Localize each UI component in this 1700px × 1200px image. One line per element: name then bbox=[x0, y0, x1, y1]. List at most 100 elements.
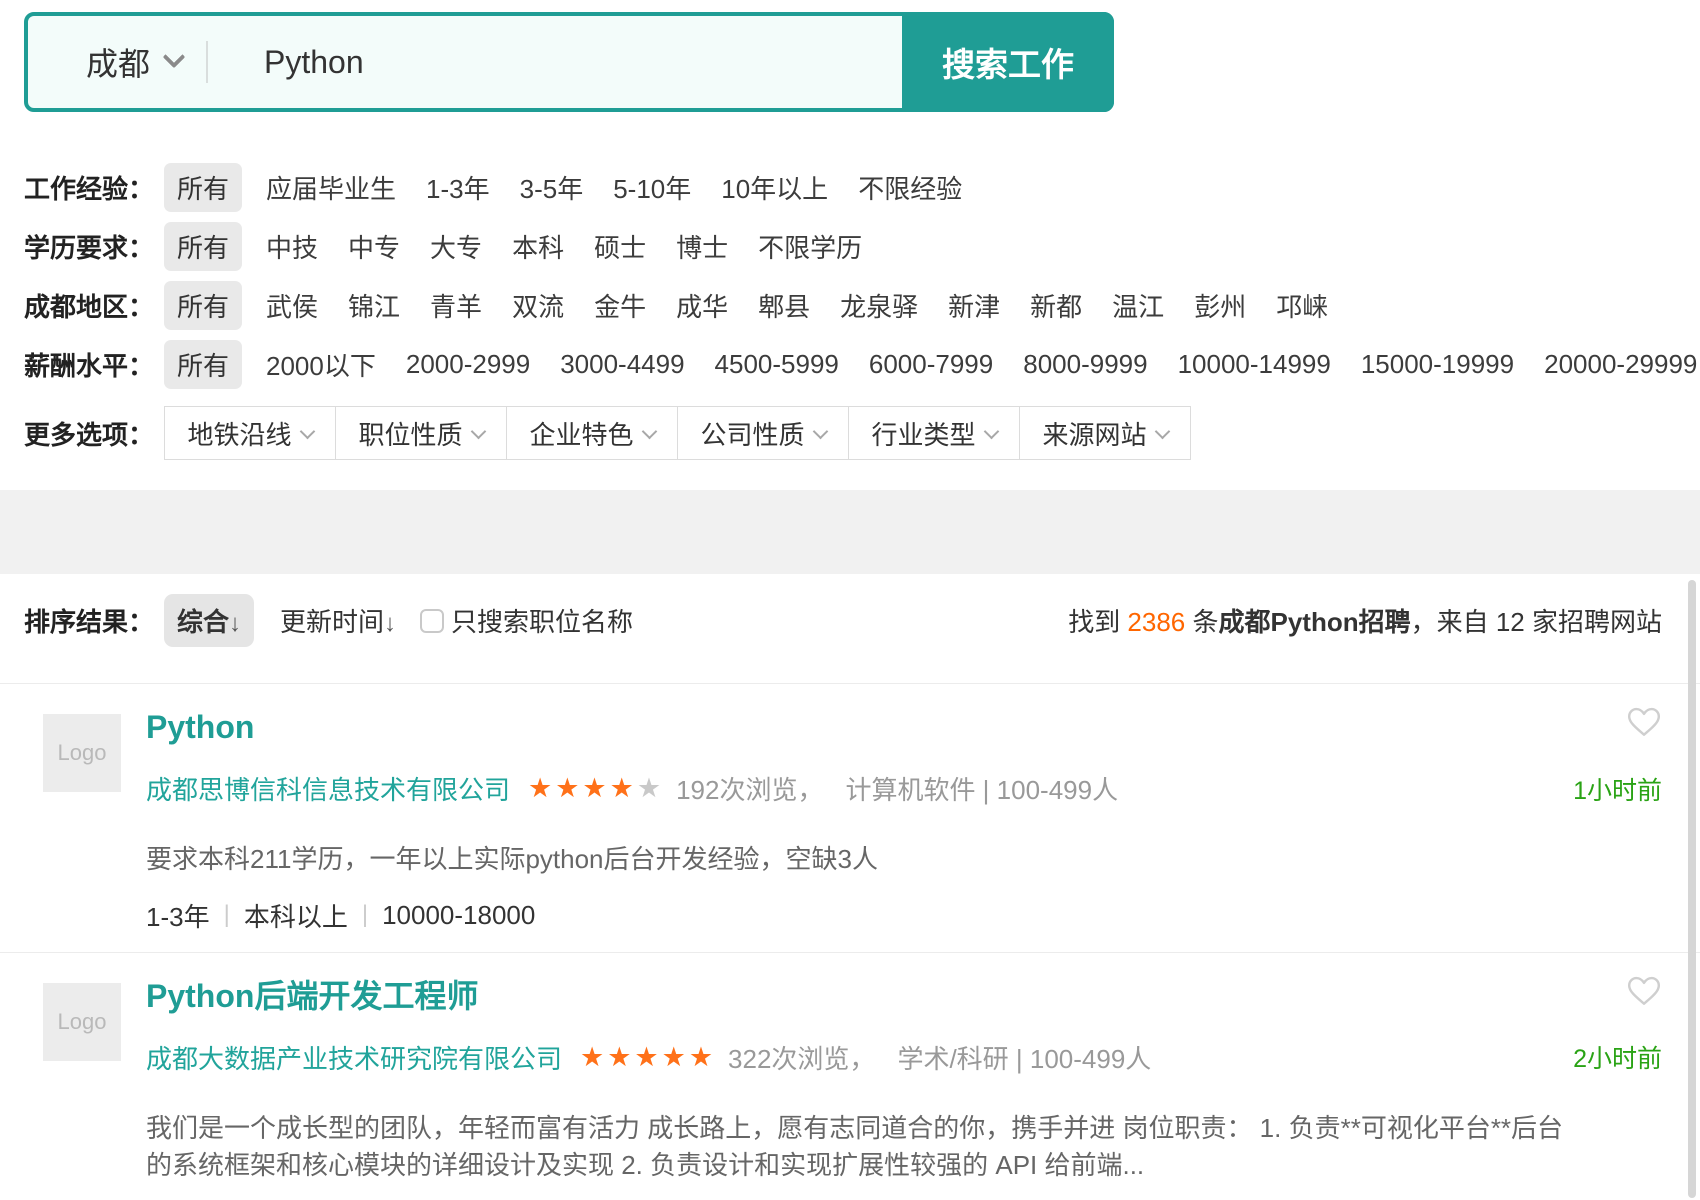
more-filter-dropdown[interactable]: 行业类型 bbox=[848, 406, 1020, 460]
filter-option[interactable]: 5-10年 bbox=[613, 169, 691, 206]
filter-option[interactable]: 硕士 bbox=[594, 228, 646, 265]
section-separator-band bbox=[0, 490, 1700, 574]
industry-and-size: 计算机软件 | 100-499人 bbox=[845, 770, 1118, 807]
city-selector[interactable]: 成都 bbox=[28, 39, 182, 85]
logo-placeholder-text: Logo bbox=[58, 1009, 107, 1035]
filter-option[interactable]: 3000-4499 bbox=[560, 349, 684, 380]
filter-option[interactable]: 成华 bbox=[676, 287, 728, 324]
more-options-dropdowns: 地铁沿线 职位性质企业特色 公司性质 行业类型来源网站 bbox=[164, 406, 1191, 460]
chevron-down-icon bbox=[299, 423, 315, 439]
more-filter-dropdown[interactable]: 职位性质 bbox=[335, 406, 507, 460]
filter-option[interactable]: 应届毕业生 bbox=[266, 169, 396, 206]
favorite-heart-icon[interactable] bbox=[1626, 975, 1662, 1007]
dropdown-label: 企业特色 bbox=[529, 415, 633, 452]
filter-option[interactable]: 2000-2999 bbox=[406, 349, 530, 380]
filter-option[interactable]: 中技 bbox=[266, 228, 318, 265]
filter-label: 工作经验： bbox=[24, 169, 164, 206]
more-filter-dropdown[interactable]: 企业特色 bbox=[506, 406, 678, 460]
filter-option[interactable]: 本科 bbox=[512, 228, 564, 265]
sort-desc-arrow-icon: ↓ bbox=[384, 610, 396, 637]
filter-option[interactable]: 彭州 bbox=[1194, 287, 1246, 324]
filter-option[interactable]: 中专 bbox=[348, 228, 400, 265]
scrollbar-thumb[interactable] bbox=[1688, 580, 1696, 1198]
more-filter-dropdown[interactable]: 来源网站 bbox=[1019, 406, 1191, 460]
summary-connector: ，来自 bbox=[1411, 607, 1496, 637]
search-keyword: 成都Python招聘 bbox=[1219, 607, 1411, 637]
job-title-link[interactable]: Python bbox=[146, 708, 1662, 746]
stars-filled: ★★★★ bbox=[528, 773, 637, 803]
filter-option[interactable]: 青羊 bbox=[430, 287, 482, 324]
dropdown-label: 公司性质 bbox=[700, 415, 804, 452]
filter-option[interactable]: 大专 bbox=[430, 228, 482, 265]
filter-option-selected[interactable]: 所有 bbox=[164, 163, 242, 212]
job-search-bar: 成都 搜索工作 bbox=[24, 12, 1114, 112]
filter-option[interactable]: 邛崃 bbox=[1276, 287, 1328, 324]
filter-row: 学历要求：所有中技中专大专本科硕士博士不限学历 bbox=[24, 217, 1700, 276]
title-only-checkbox[interactable] bbox=[420, 609, 444, 633]
stars-filled: ★★★★★ bbox=[580, 1042, 716, 1072]
filter-option[interactable]: 不限学历 bbox=[758, 228, 862, 265]
job-result-list: Logo Python 成都思博信科信息技术有限公司 ★★★★★ 192次浏览，… bbox=[0, 683, 1700, 1200]
company-rating-stars: ★★★★★ bbox=[528, 773, 664, 804]
filter-option[interactable]: 双流 bbox=[512, 287, 564, 324]
filter-label: 薪酬水平： bbox=[24, 346, 164, 383]
filter-option[interactable]: 龙泉驿 bbox=[840, 287, 918, 324]
filter-option[interactable]: 10000-14999 bbox=[1178, 349, 1331, 380]
favorite-heart-icon[interactable] bbox=[1626, 706, 1662, 738]
filter-option[interactable]: 武侯 bbox=[266, 287, 318, 324]
company-rating-stars: ★★★★★ bbox=[580, 1042, 716, 1073]
filter-option[interactable]: 8000-9999 bbox=[1023, 349, 1147, 380]
filter-option[interactable]: 郫县 bbox=[758, 287, 810, 324]
job-meta-row: 1-3年 | 本科以上 | 10000-18000 bbox=[146, 897, 1662, 934]
sort-desc-arrow-icon: ↓ bbox=[229, 610, 241, 637]
filter-option[interactable]: 新都 bbox=[1030, 287, 1082, 324]
filter-option[interactable]: 6000-7999 bbox=[869, 349, 993, 380]
sort-label: 排序结果： bbox=[24, 602, 154, 639]
filter-option[interactable]: 3-5年 bbox=[520, 169, 584, 206]
filter-option[interactable]: 20000-29999 bbox=[1544, 349, 1697, 380]
filter-option[interactable]: 新津 bbox=[948, 287, 1000, 324]
dropdown-label: 地铁沿线 bbox=[187, 415, 291, 452]
company-row: 成都思博信科信息技术有限公司 ★★★★★ 192次浏览， 计算机软件 | 100… bbox=[146, 770, 1662, 807]
sort-bar: 排序结果： 综合↓ 更新时间↓ 只搜索职位名称 找到 2386 条成都Pytho… bbox=[24, 594, 1662, 647]
posted-time: 1小时前 bbox=[1573, 771, 1662, 807]
filter-row: 成都地区：所有武侯锦江青羊双流金牛成华郫县龙泉驿新津新都温江彭州邛崃 bbox=[24, 276, 1700, 335]
filter-option[interactable]: 博士 bbox=[676, 228, 728, 265]
filter-row: 薪酬水平：所有 2000以下 2000-2999 3000-4499 4500-5999… bbox=[24, 335, 1700, 394]
filter-row: 工作经验：所有应届毕业生 1-3年 3-5年 5-10年 10年以上不限经验 bbox=[24, 158, 1700, 217]
filter-option-selected[interactable]: 所有 bbox=[164, 340, 242, 389]
chevron-down-icon bbox=[1154, 423, 1170, 439]
company-name-link[interactable]: 成都大数据产业技术研究院有限公司 bbox=[146, 1039, 562, 1076]
job-title-link[interactable]: Python后端开发工程师 bbox=[146, 977, 1662, 1015]
salary-range: 10000-18000 bbox=[382, 900, 535, 931]
filter-option[interactable]: 锦江 bbox=[348, 287, 400, 324]
company-logo: Logo bbox=[43, 983, 121, 1061]
filter-option[interactable]: 金牛 bbox=[594, 287, 646, 324]
more-options-row: 更多选项： 地铁沿线职位性质企业特色公司性质行业类型来源网站 bbox=[24, 406, 1700, 460]
meta-separator: | bbox=[362, 901, 368, 929]
logo-placeholder-text: Logo bbox=[58, 740, 107, 766]
company-name-link[interactable]: 成都思博信科信息技术有限公司 bbox=[146, 770, 510, 807]
more-filter-dropdown[interactable]: 公司性质 bbox=[677, 406, 849, 460]
meta-separator: | bbox=[224, 901, 230, 929]
city-selector-value: 成都 bbox=[86, 39, 150, 85]
site-count: 12 bbox=[1496, 607, 1525, 637]
filter-option[interactable]: 1-3年 bbox=[426, 169, 490, 206]
filter-label: 成都地区： bbox=[24, 287, 164, 324]
filter-option-selected[interactable]: 所有 bbox=[164, 222, 242, 271]
result-summary: 找到 2386 条成都Python招聘，来自 12 家招聘网站 bbox=[1068, 602, 1662, 639]
more-filter-dropdown[interactable]: 地铁沿线 bbox=[164, 406, 336, 460]
stars-empty: ★ bbox=[637, 773, 664, 803]
sort-by-update-time-button[interactable]: 更新时间↓ bbox=[280, 602, 396, 639]
sort-comprehensive-button[interactable]: 综合↓ bbox=[164, 594, 254, 647]
filter-option[interactable]: 温江 bbox=[1112, 287, 1164, 324]
filter-option[interactable]: 2000以下 bbox=[266, 346, 376, 383]
filter-option-selected[interactable]: 所有 bbox=[164, 281, 242, 330]
filter-option[interactable]: 10年以上 bbox=[721, 169, 828, 206]
filter-option[interactable]: 不限经验 bbox=[858, 169, 962, 206]
filter-panel: 工作经验：所有应届毕业生1-3年3-5年5-10年10年以上不限经验学历要求：所… bbox=[24, 158, 1700, 394]
search-jobs-button[interactable]: 搜索工作 bbox=[902, 12, 1114, 112]
filter-option[interactable]: 15000-19999 bbox=[1361, 349, 1514, 380]
result-count: 2386 bbox=[1127, 607, 1185, 637]
filter-option[interactable]: 4500-5999 bbox=[715, 349, 839, 380]
